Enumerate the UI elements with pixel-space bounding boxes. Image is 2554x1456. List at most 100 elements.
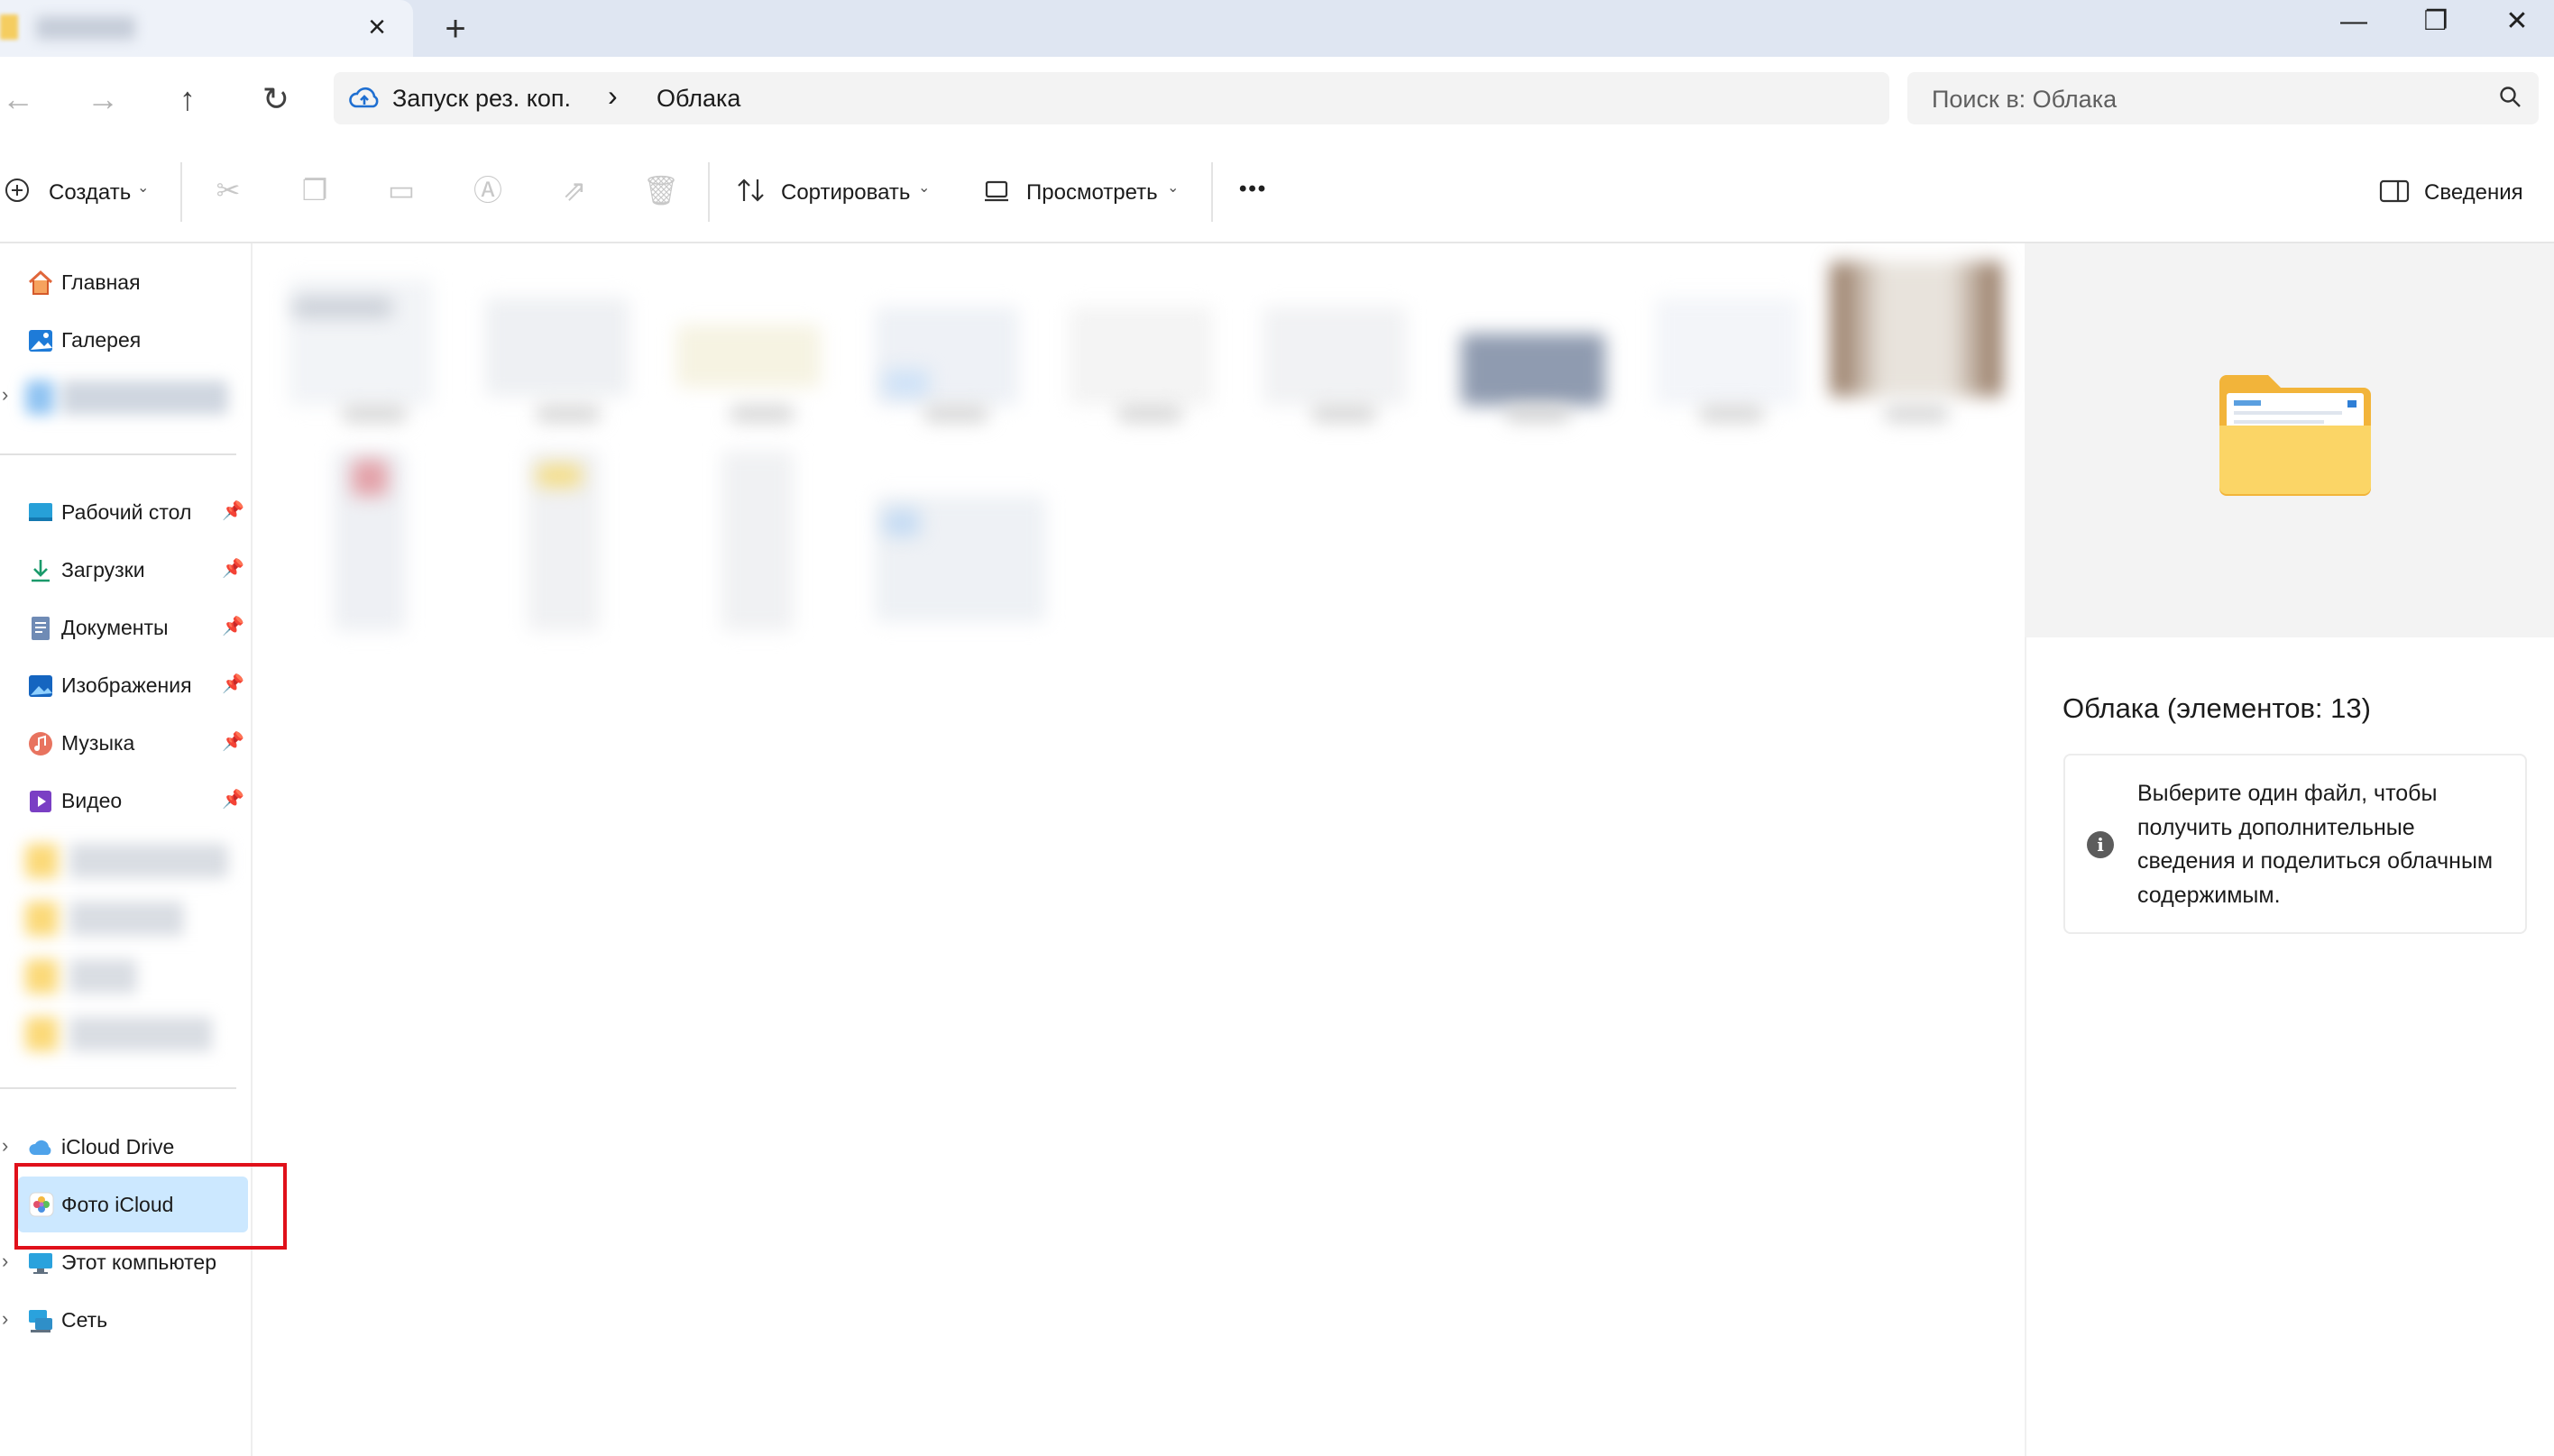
copy-icon[interactable]: ❐ [294,169,335,211]
desktop-icon [29,503,52,521]
sidebar-label-downloads: Загрузки [61,558,145,581]
search-icon[interactable] [2498,85,2523,110]
delete-icon[interactable]: 🗑 [640,169,682,211]
info-icon: i [2087,831,2114,858]
cloud-backup-icon [349,87,379,108]
sidebar-item-blurred-folder[interactable] [25,844,228,878]
breadcrumb-clouds[interactable]: Облака [657,85,740,113]
pin-icon[interactable]: 📌 [222,557,244,580]
blurred-file-label [730,406,794,422]
sidebar-item-music[interactable]: Музыка 📌 [18,718,248,770]
rename-icon[interactable]: Ⓐ [467,169,509,211]
sidebar-divider [0,1087,236,1089]
videos-icon [30,791,51,812]
forward-button[interactable]: → [78,74,128,124]
expand-chevron-icon[interactable]: › [2,1134,8,1158]
details-info-text: Выберите один файл, чтобы получить допол… [2137,781,2494,908]
sidebar-item-network[interactable]: Сеть [18,1295,248,1347]
pin-icon[interactable]: 📌 [222,788,244,810]
sort-button[interactable]: Сортировать [781,180,910,206]
blurred-thumbnail-detail [884,509,920,536]
search-input[interactable]: Поиск в: Облака [1932,86,2117,114]
blurred-file-thumbnail[interactable] [676,325,821,388]
toolbar-divider [1211,162,1213,222]
minimize-button[interactable]: — [2315,0,2393,45]
sidebar-item-blurred-folder[interactable] [25,1017,228,1051]
blurred-file-thumbnail[interactable] [1069,307,1213,406]
sidebar-item-this-pc[interactable]: Этот компьютер [18,1237,248,1289]
blurred-photo-thumbnail[interactable] [1831,261,2002,397]
details-title: Облака (элементов: 13) [2062,692,2371,724]
blurred-thumbnail-detail [293,298,392,317]
toolbar-divider [708,162,710,222]
tab-title-blurred [36,16,135,40]
blurred-file-label [1118,406,1181,422]
breadcrumb-chevron-icon[interactable]: › [608,79,618,113]
sidebar-item-pictures[interactable]: Изображения 📌 [18,660,248,712]
documents-icon [32,617,50,640]
expand-chevron-icon[interactable]: › [2,1250,8,1273]
cut-icon[interactable]: ✂ [207,169,249,211]
share-icon[interactable]: ⇗ [554,169,595,211]
sidebar-item-home[interactable]: Главная [18,257,248,309]
breadcrumb-backup[interactable]: Запуск рез. коп. [392,85,571,113]
network-icon [29,1310,52,1332]
paste-icon[interactable]: ▭ [381,169,422,211]
pin-icon[interactable]: 📌 [222,673,244,695]
pin-icon[interactable]: 📌 [222,499,244,522]
create-button[interactable]: Создать [49,180,131,206]
blurred-file-thumbnail[interactable] [1263,307,1407,406]
sidebar-label-icloud-drive: iCloud Drive [61,1135,175,1158]
sidebar-label-desktop: Рабочий стол [61,500,192,524]
blurred-file-thumbnail[interactable] [485,298,629,397]
sidebar-label-network: Сеть [61,1308,108,1332]
sidebar-divider [0,453,236,455]
music-icon [29,732,52,755]
sort-icon [738,179,764,202]
blurred-file-thumbnail[interactable] [1655,298,1799,406]
home-icon [28,270,53,295]
toolbar-divider [180,162,182,222]
blurred-file-label [343,406,406,422]
sidebar-item-blurred-folder[interactable] [25,959,228,994]
expand-chevron-icon[interactable]: › [2,383,8,407]
blurred-thumbnail-detail [537,464,582,487]
active-tab[interactable]: × [0,0,413,57]
up-button[interactable]: ↑ [162,74,213,124]
more-options-button[interactable]: ••• [1239,177,1267,202]
sidebar-item-downloads[interactable]: Загрузки 📌 [18,545,248,597]
sidebar-label-home: Главная [61,270,141,294]
blurred-thumbnail-detail [884,370,929,397]
close-window-button[interactable]: ✕ [2478,0,2554,45]
pin-icon[interactable]: 📌 [222,615,244,637]
sidebar-label-this-pc: Этот компьютер [61,1250,216,1274]
maximize-button[interactable]: ❐ [2397,0,2475,45]
pin-icon[interactable]: 📌 [222,730,244,753]
refresh-button[interactable]: ↻ [251,74,301,124]
new-tab-button[interactable]: + [435,9,476,50]
sidebar-item-blurred-folder[interactable] [25,902,228,936]
blurred-file-label [924,406,988,422]
blurred-thumbnail-detail [352,460,388,496]
blurred-file-thumbnail[interactable] [721,451,794,631]
details-pane-icon [2379,179,2410,203]
sidebar-item-gallery[interactable]: Галерея [18,315,248,367]
create-chevron-down-icon: ⌄ [137,180,150,196]
expand-chevron-icon[interactable]: › [2,1307,8,1331]
blurred-file-thumbnail[interactable] [1461,334,1605,406]
back-button[interactable]: ← [0,74,43,124]
blurred-file-label [1312,406,1375,422]
sidebar-item-blurred-account[interactable] [25,380,228,415]
details-button[interactable]: Сведения [2424,180,2523,206]
sidebar-item-videos[interactable]: Видео 📌 [18,775,248,828]
sidebar-label-videos: Видео [61,789,123,812]
view-icon [985,180,1008,202]
sort-chevron-down-icon: ⌄ [918,180,931,196]
sidebar-item-documents[interactable]: Документы 📌 [18,602,248,655]
tab-folder-icon [0,14,18,40]
file-list-area[interactable] [253,243,2020,1456]
view-button[interactable]: Просмотреть [1026,180,1158,206]
sidebar-label-gallery: Галерея [61,328,142,352]
tab-close-button[interactable]: × [359,9,395,45]
sidebar-item-desktop[interactable]: Рабочий стол 📌 [18,487,248,539]
